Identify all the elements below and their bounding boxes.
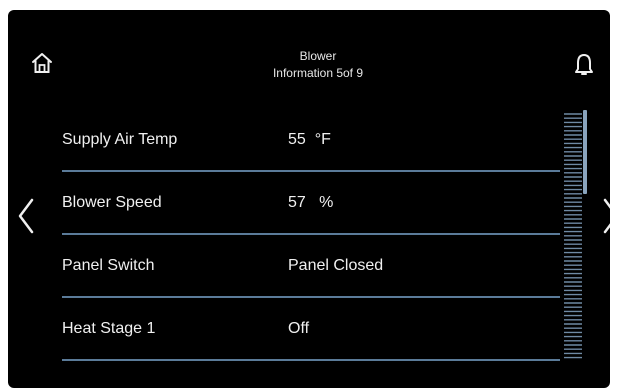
page-title: Blower xyxy=(299,49,337,63)
display-screen: Blower Information 5of 9 Supply Air Temp… xyxy=(8,10,610,388)
row-label: Heat Stage 1 xyxy=(62,320,156,337)
row-divider xyxy=(62,296,560,298)
row-value: 55 °F xyxy=(288,131,331,148)
row-label: Blower Speed xyxy=(62,194,162,211)
scrollbar-thumb[interactable] xyxy=(583,110,587,194)
home-icon[interactable] xyxy=(31,52,53,74)
page-header: Blower Information 5of 9 xyxy=(188,48,448,82)
list-item-heat-stage-1[interactable]: Heat Stage 1 Off xyxy=(62,301,560,361)
row-divider xyxy=(62,233,560,235)
bell-icon[interactable] xyxy=(572,52,596,78)
chevron-left-icon[interactable] xyxy=(16,196,36,236)
list-item-blower-speed[interactable]: Blower Speed 57 % xyxy=(62,175,560,235)
row-divider xyxy=(62,359,560,361)
list-item-panel-switch[interactable]: Panel Switch Panel Closed xyxy=(62,238,560,298)
row-divider xyxy=(62,170,560,172)
list-item-supply-air-temp[interactable]: Supply Air Temp 55 °F xyxy=(62,112,560,172)
page-subtitle: Information 5of 9 xyxy=(272,66,364,80)
row-label: Supply Air Temp xyxy=(62,131,178,148)
row-value: Off xyxy=(288,320,310,337)
row-value: Panel Closed xyxy=(288,257,384,274)
row-value: 57 % xyxy=(288,194,334,211)
row-label: Panel Switch xyxy=(62,257,155,274)
chevron-right-icon[interactable] xyxy=(601,196,610,236)
